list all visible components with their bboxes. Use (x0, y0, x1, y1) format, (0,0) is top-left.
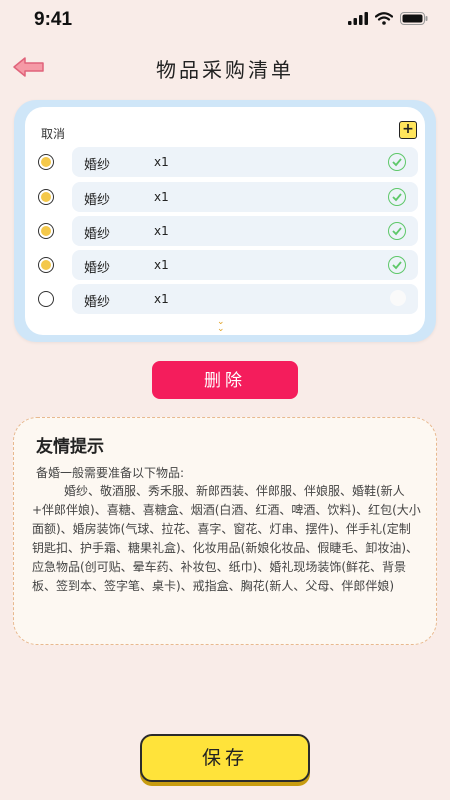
wifi-icon (375, 12, 393, 25)
shopping-list-panel: 取消 + 婚纱 x1 婚纱 x1 婚纱 x1 婚纱 x1 婚纱 x1 ⌄ ⌄ (25, 107, 425, 335)
item-qty: x1 (154, 190, 169, 204)
item-name: 婚纱 (84, 261, 111, 276)
list-item[interactable]: 婚纱 x1 (25, 284, 425, 314)
item-pill[interactable]: 婚纱 x1 (72, 250, 418, 280)
list-item[interactable]: 婚纱 x1 (25, 216, 425, 246)
signal-icon (348, 12, 368, 25)
check-icon[interactable] (388, 153, 406, 171)
item-name: 婚纱 (84, 227, 111, 242)
cancel-button[interactable]: 取消 (41, 125, 65, 142)
delete-button[interactable]: 删除 (152, 361, 298, 399)
tips-card: 友情提示 备婚一般需要准备以下物品: 婚纱、敬酒服、秀禾服、新郎西装、伴郎服、伴… (13, 417, 437, 645)
item-radio[interactable] (38, 291, 54, 307)
item-pill[interactable]: 婚纱 x1 (72, 284, 418, 314)
item-radio[interactable] (38, 257, 54, 273)
status-time: 9:41 (34, 9, 73, 30)
list-item[interactable]: 婚纱 x1 (25, 147, 425, 177)
item-qty: x1 (154, 258, 169, 272)
header: 物品采购清单 (0, 50, 450, 84)
tips-intro: 备婚一般需要准备以下物品: (36, 466, 185, 480)
expand-chevron-icon[interactable]: ⌄ ⌄ (217, 318, 225, 334)
status-icons (348, 12, 428, 25)
item-name: 婚纱 (84, 158, 111, 173)
tips-title: 友情提示 (36, 432, 124, 459)
check-icon[interactable] (390, 290, 406, 306)
shopping-list-card: 取消 + 婚纱 x1 婚纱 x1 婚纱 x1 婚纱 x1 婚纱 x1 ⌄ ⌄ (14, 100, 436, 342)
item-pill[interactable]: 婚纱 x1 (72, 147, 418, 177)
check-icon[interactable] (388, 188, 406, 206)
item-name: 婚纱 (84, 295, 111, 310)
item-radio[interactable] (38, 154, 54, 170)
item-radio[interactable] (38, 223, 54, 239)
item-pill[interactable]: 婚纱 x1 (72, 216, 418, 246)
tips-body: 婚纱、敬酒服、秀禾服、新郎西装、伴郎服、伴娘服、婚鞋(新人+伴郎伴娘)、喜糖、喜… (32, 484, 421, 593)
tips-title-text: 友情提示 (36, 437, 104, 457)
save-button[interactable]: 保存 (140, 734, 310, 782)
check-icon[interactable] (388, 222, 406, 240)
status-bar: 9:41 (0, 0, 450, 40)
item-qty: x1 (154, 292, 169, 306)
item-name: 婚纱 (84, 193, 111, 208)
add-item-button[interactable]: + (399, 121, 417, 139)
list-item[interactable]: 婚纱 x1 (25, 182, 425, 212)
list-item[interactable]: 婚纱 x1 (25, 250, 425, 280)
item-qty: x1 (154, 224, 169, 238)
page-title: 物品采购清单 (156, 58, 294, 82)
item-pill[interactable]: 婚纱 x1 (72, 182, 418, 212)
check-icon[interactable] (388, 256, 406, 274)
item-radio[interactable] (38, 189, 54, 205)
battery-icon (400, 12, 428, 25)
item-qty: x1 (154, 155, 169, 169)
